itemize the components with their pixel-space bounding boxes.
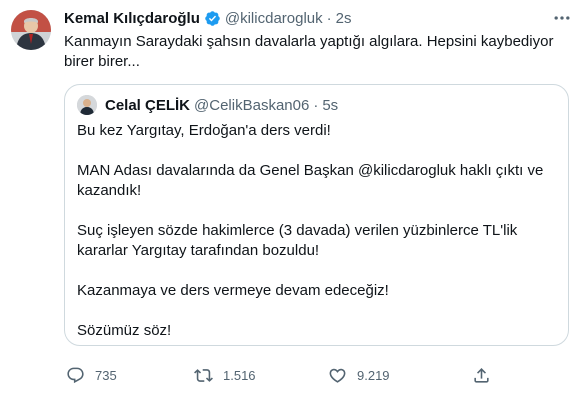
quoted-paragraph: MAN Adası davalarında da Genel Başkan @k… [77, 162, 544, 199]
quoted-tweet-time[interactable]: 5s [322, 97, 338, 114]
separator-dot: · [326, 9, 332, 27]
tweet-text: Kanmayın Saraydaki şahsın davalarla yapt… [64, 33, 554, 70]
quoted-tweet-header: Celal ÇELİK @CelikBaskan06 · 5s [105, 95, 338, 115]
reply-icon [67, 367, 84, 383]
tweet-time[interactable]: 2s [336, 10, 352, 27]
quoted-paragraph: Sözümüz söz! [77, 322, 172, 339]
share-button[interactable] [472, 364, 491, 386]
quoted-author-avatar[interactable] [77, 95, 97, 115]
author-name[interactable]: Kemal Kılıçdaroğlu [64, 10, 200, 27]
quoted-paragraph: Bu kez Yargıtay, Erdoğan'a ders verdi! [77, 122, 331, 139]
tweet-header: Kemal Kılıçdaroğlu @kilicdarogluk · 2s [64, 8, 351, 28]
author-handle[interactable]: @kilicdarogluk [225, 10, 323, 27]
tweet-actions: 735 1.516 9.219 [64, 364, 564, 386]
heart-icon [329, 368, 346, 383]
quoted-tweet[interactable]: Celal ÇELİK @CelikBaskan06 · 5s Bu kez Y… [64, 84, 569, 346]
quoted-tweet-text: Bu kez Yargıtay, Erdoğan'a ders verdi! M… [77, 121, 557, 341]
like-count: 9.219 [357, 367, 390, 383]
quoted-paragraph: Suç işleyen sözde hakimlerce (3 davada) … [77, 222, 518, 259]
quoted-author-name[interactable]: Celal ÇELİK [105, 97, 190, 114]
tweet[interactable]: Kemal Kılıçdaroğlu @kilicdarogluk · 2s K… [0, 0, 585, 402]
retweet-icon [194, 368, 213, 382]
retweet-button[interactable]: 1.516 [194, 364, 256, 386]
separator-dot: · [313, 96, 319, 114]
author-avatar[interactable] [11, 10, 51, 50]
reply-count: 735 [95, 367, 117, 383]
quoted-author-handle[interactable]: @CelikBaskan06 [194, 97, 309, 114]
reply-button[interactable]: 735 [66, 364, 117, 386]
quoted-paragraph: Kazanmaya ve ders vermeye devam edeceğiz… [77, 282, 389, 299]
retweet-count: 1.516 [223, 367, 256, 383]
like-button[interactable]: 9.219 [328, 364, 390, 386]
verified-badge-icon [204, 10, 221, 27]
share-icon [474, 367, 489, 383]
more-options-icon[interactable] [552, 8, 572, 28]
